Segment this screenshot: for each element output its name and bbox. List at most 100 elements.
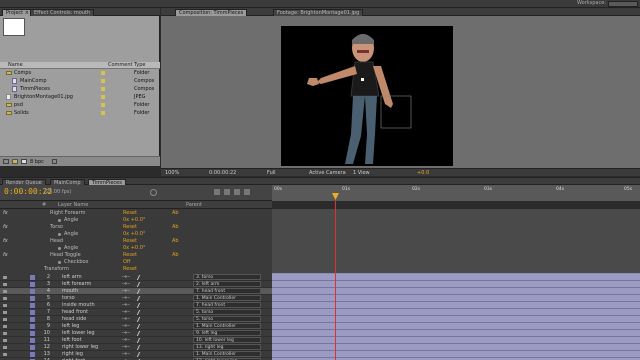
layer-row[interactable]: 5 torso -÷- 1. Main Controller	[0, 295, 272, 302]
layer-name[interactable]: left leg	[62, 323, 79, 330]
composition-canvas[interactable]	[281, 26, 453, 166]
tab-footage[interactable]: Footage: BrightonMontage01.jpg	[273, 9, 364, 16]
layer-name[interactable]: left forearm	[62, 281, 91, 288]
property-row[interactable]: fx Right Forearm Reset Ab	[0, 210, 272, 217]
parent-dropdown[interactable]: 1. Main Controller	[193, 295, 261, 301]
quality-switch-icon[interactable]	[133, 310, 141, 315]
project-item[interactable]: BrightonMontage01.jpg JPEG	[0, 93, 160, 101]
tab-composition[interactable]: Composition: TimmPieces	[175, 9, 248, 16]
parent-dropdown[interactable]: 9. left leg	[193, 330, 261, 336]
label-color-swatch[interactable]	[30, 289, 35, 294]
parent-dropdown[interactable]: 1. Main Controller	[193, 323, 261, 329]
eye-icon[interactable]	[3, 353, 7, 356]
quality-switch-icon[interactable]	[133, 282, 141, 287]
label-color-swatch[interactable]	[30, 331, 35, 336]
property-row[interactable]: Angle 0x +0.0°	[0, 217, 272, 224]
new-folder-icon[interactable]	[12, 159, 18, 164]
tab-effect-controls[interactable]: Effect Controls: mouth	[30, 9, 95, 16]
label-color-swatch[interactable]	[101, 111, 105, 115]
layer-duration-bar[interactable]	[272, 330, 640, 337]
magnification-dropdown[interactable]: 100%	[165, 170, 179, 176]
switch-icon[interactable]: -÷-	[122, 337, 130, 344]
layer-duration-bar[interactable]	[272, 274, 640, 281]
quality-switch-icon[interactable]	[133, 338, 141, 343]
time-ruler[interactable]: 00s 01s 02s 03s 04s 05s	[272, 185, 640, 201]
label-color-swatch[interactable]	[101, 71, 105, 75]
graph-editor-icon[interactable]	[244, 189, 250, 195]
eye-icon[interactable]	[3, 325, 7, 328]
label-color-swatch[interactable]	[101, 95, 105, 99]
label-color-swatch[interactable]	[30, 317, 35, 322]
label-color-swatch[interactable]	[101, 103, 105, 107]
layer-row[interactable]: 6 inside mouth -÷- 7. head front	[0, 302, 272, 309]
project-item[interactable]: Solids Folder	[0, 109, 160, 117]
exposure-value[interactable]: +0.0	[417, 170, 429, 176]
interpret-footage-icon[interactable]	[3, 159, 9, 164]
property-row[interactable]: fx Head Toggle Reset Ab	[0, 252, 272, 259]
resolution-dropdown[interactable]: Full	[267, 170, 276, 176]
camera-dropdown[interactable]: Active Camera	[309, 170, 346, 176]
motion-blur-icon[interactable]	[234, 189, 240, 195]
layer-name[interactable]: right leg	[62, 351, 83, 358]
project-item[interactable]: Comps Folder	[0, 69, 160, 77]
trash-icon[interactable]	[52, 159, 57, 164]
parent-dropdown[interactable]: 7. head front	[193, 288, 261, 294]
quality-switch-icon[interactable]	[133, 303, 141, 308]
eye-icon[interactable]	[3, 339, 7, 342]
layer-row[interactable]: 10 left lower leg -÷- 9. left leg	[0, 330, 272, 337]
layer-row[interactable]: 11 left foot -÷- 10. left lower leg	[0, 337, 272, 344]
column-type[interactable]: Type	[134, 62, 145, 69]
property-row[interactable]: fx Head Reset Ab	[0, 238, 272, 245]
layer-name[interactable]: inside mouth	[62, 302, 95, 309]
workspace-dropdown[interactable]	[608, 1, 638, 7]
layer-row[interactable]: 9 left leg -÷- 1. Main Controller	[0, 323, 272, 330]
quality-switch-icon[interactable]	[133, 352, 141, 357]
layer-duration-bar[interactable]	[272, 309, 640, 316]
property-row[interactable]: Transform Reset	[0, 266, 272, 273]
label-color-swatch[interactable]	[30, 338, 35, 343]
quality-switch-icon[interactable]	[133, 289, 141, 294]
layer-name[interactable]: left foot	[62, 337, 82, 344]
label-color-swatch[interactable]	[30, 275, 35, 280]
current-time-indicator[interactable]	[335, 201, 336, 360]
parent-dropdown[interactable]: 3. torso	[193, 274, 261, 280]
layer-row[interactable]: 13 right leg -÷- 1. Main Controller	[0, 351, 272, 358]
layer-name[interactable]: head side	[62, 316, 86, 323]
parent-dropdown[interactable]: 1. Main Controller	[193, 351, 261, 357]
eye-icon[interactable]	[3, 276, 7, 279]
column-name[interactable]: Name	[8, 62, 23, 69]
layer-name[interactable]: torso	[62, 295, 75, 302]
quality-switch-icon[interactable]	[133, 296, 141, 301]
property-row[interactable]: Checkbox Off	[0, 259, 272, 266]
eye-icon[interactable]	[3, 283, 7, 286]
label-color-swatch[interactable]	[101, 79, 105, 83]
layer-duration-bar[interactable]	[272, 351, 640, 358]
project-item[interactable]: TimmPieces Compos	[0, 85, 160, 93]
layer-name[interactable]: mouth	[62, 288, 78, 295]
label-color-swatch[interactable]	[30, 324, 35, 329]
layer-duration-bar[interactable]	[272, 288, 640, 295]
layer-duration-bar[interactable]	[272, 323, 640, 330]
layer-row[interactable]: 2 left arm -÷- 3. torso	[0, 274, 272, 281]
layer-name[interactable]: left arm	[62, 274, 82, 281]
draft-3d-icon[interactable]	[224, 189, 230, 195]
layer-row[interactable]: 12 right lower leg -÷- 13. right leg	[0, 344, 272, 351]
parent-dropdown[interactable]: 5. torso	[193, 309, 261, 315]
property-row[interactable]: Angle 0x +0.0°	[0, 231, 272, 238]
switch-icon[interactable]: -÷-	[122, 351, 130, 358]
eye-icon[interactable]	[3, 311, 7, 314]
layer-duration-bar[interactable]	[272, 344, 640, 351]
eye-icon[interactable]	[3, 290, 7, 293]
current-time-display[interactable]: 0:00:00:22	[209, 170, 236, 176]
quality-switch-icon[interactable]	[133, 275, 141, 280]
layer-duration-bar[interactable]	[272, 316, 640, 323]
quality-switch-icon[interactable]	[133, 324, 141, 329]
quality-switch-icon[interactable]	[133, 331, 141, 336]
layer-duration-bar[interactable]	[272, 337, 640, 344]
switch-icon[interactable]: -÷-	[122, 281, 130, 288]
eye-icon[interactable]	[3, 318, 7, 321]
parent-dropdown[interactable]: 7. head front	[193, 302, 261, 308]
project-item[interactable]: MainComp Compos	[0, 77, 160, 85]
switch-icon[interactable]: -÷-	[122, 274, 130, 281]
eye-icon[interactable]	[3, 346, 7, 349]
